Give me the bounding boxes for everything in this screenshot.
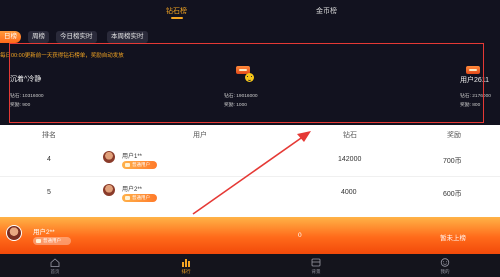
nav-profile[interactable]: 我的 [425,254,465,277]
ranking-icon [182,259,190,267]
profile-icon [440,258,450,267]
nav-label: 背景 [311,269,321,274]
nav-home[interactable]: 首页 [35,254,75,277]
nav-ranking[interactable]: 排行 [166,254,206,277]
avatar[interactable] [6,225,22,241]
user-level-badge: 普通用户 [33,237,71,245]
nav-background[interactable]: 背景 [296,254,336,277]
my-rank-status: 暂未上榜 [440,235,466,242]
my-rank-bar [0,217,500,254]
arrow-line [192,135,305,215]
my-score: 0 [298,232,302,239]
nav-label: 排行 [181,269,191,274]
background-icon [311,258,321,267]
home-icon [50,258,60,267]
bottom-nav: 首页 排行 背景 我的 [0,254,500,277]
nav-label: 我的 [440,269,450,274]
nav-label: 首页 [50,269,60,274]
my-username: 用户2** [33,229,55,236]
